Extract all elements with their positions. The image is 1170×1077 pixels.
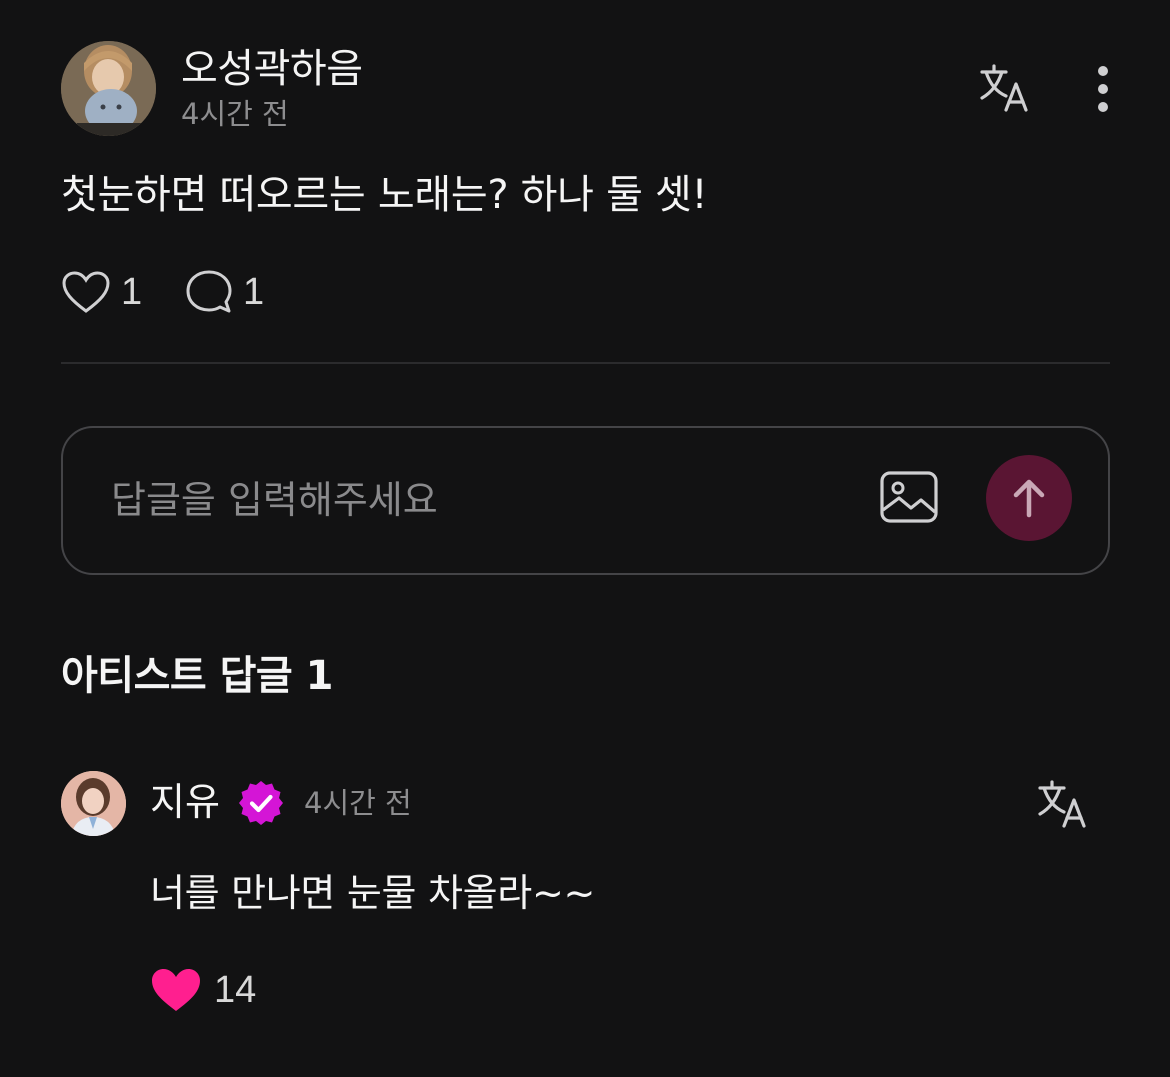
reply-input-box[interactable]: [61, 426, 1110, 575]
reply-timestamp: 4시간 전: [304, 786, 412, 820]
translate-icon[interactable]: [1036, 778, 1092, 832]
like-count: 1: [121, 270, 143, 313]
send-button[interactable]: [986, 455, 1072, 541]
post-body-text: 첫눈하면 떠오르는 노래는? 하나 둘 셋!: [61, 172, 708, 218]
reply-like-count: 14: [214, 968, 257, 1011]
comment-count: 1: [243, 270, 265, 313]
reply-input[interactable]: [111, 468, 851, 532]
like-button[interactable]: 1: [61, 266, 142, 318]
reply-body-text: 너를 만나면 눈물 차올라~~: [150, 871, 596, 915]
more-vertical-icon[interactable]: [1090, 64, 1116, 114]
artist-replies-title: 아티스트 답글 1: [61, 653, 333, 699]
reply-author-name[interactable]: 지유: [150, 779, 220, 825]
comment-button[interactable]: 1: [185, 266, 264, 318]
heart-icon: [152, 969, 200, 1011]
reply-like-button[interactable]: 14: [150, 964, 256, 1016]
reply-author-avatar[interactable]: [61, 771, 126, 836]
divider: [61, 362, 1110, 364]
arrow-up-icon: [1013, 479, 1045, 518]
post-timestamp: 4시간 전: [181, 97, 289, 131]
heart-icon: [62, 271, 110, 313]
comment-bubble-icon: [186, 270, 232, 313]
post-author-name[interactable]: 오성곽하음: [181, 46, 363, 92]
image-icon[interactable]: [879, 470, 939, 524]
verified-badge-icon: [237, 779, 285, 827]
translate-icon[interactable]: [978, 62, 1034, 116]
author-avatar[interactable]: [61, 41, 156, 136]
